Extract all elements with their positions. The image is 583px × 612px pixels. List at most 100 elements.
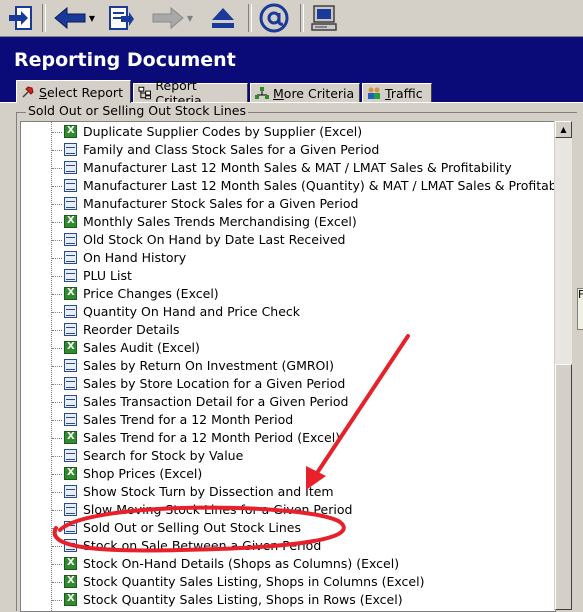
right-pane <box>572 121 583 610</box>
report-icon <box>64 161 77 174</box>
list-item[interactable]: Duplicate Supplier Codes by Supplier (Ex… <box>21 123 555 141</box>
list-item[interactable]: Old Stock On Hand by Date Last Received <box>21 231 555 249</box>
list-item[interactable]: Show Stock Turn by Dissection and Item <box>21 483 555 501</box>
list-item[interactable]: Search for Stock by Value <box>21 447 555 465</box>
list-item-label: Sold Out or Selling Out Stock Lines <box>83 520 301 535</box>
list-item-selected[interactable]: Sold Out or Selling Out Stock Lines <box>21 519 555 537</box>
list-item[interactable]: Stock on Sale Between a Given Period <box>21 537 555 555</box>
tree-branch-line <box>52 222 62 223</box>
list-item[interactable]: Stock Quantity Sales Listing, Shops in R… <box>21 591 555 609</box>
eject-button[interactable] <box>206 3 240 33</box>
report-icon <box>64 503 77 516</box>
report-icon <box>64 377 77 390</box>
list-item[interactable]: Manufacturer Last 12 Month Sales & MAT /… <box>21 159 555 177</box>
chevron-down-icon[interactable]: ▼ <box>187 14 193 23</box>
list-item-label: Manufacturer Last 12 Month Sales (Quanti… <box>83 178 556 193</box>
network-icon <box>255 87 269 99</box>
group-label: Sold Out or Selling Out Stock Lines <box>26 103 248 118</box>
tree-branch-line <box>52 240 62 241</box>
report-tree[interactable]: Duplicate Supplier Codes by Supplier (Ex… <box>20 121 556 612</box>
list-item[interactable]: Sales by Return On Investment (GMROI) <box>21 357 555 375</box>
list-item[interactable]: Shop Prices (Excel) <box>21 465 555 483</box>
computer-icon <box>311 5 337 31</box>
list-item-label: Sales Audit (Excel) <box>83 340 200 355</box>
tree-branch-line <box>52 546 62 547</box>
right-pane-label: F <box>578 288 583 301</box>
list-item[interactable]: Sales Trend for a 12 Month Period <box>21 411 555 429</box>
list-item[interactable]: Sales Transaction Detail for a Given Per… <box>21 393 555 411</box>
toolbar-separator <box>248 4 252 32</box>
report-icon <box>64 179 77 192</box>
report-icon <box>64 251 77 264</box>
report-icon <box>64 485 77 498</box>
eject-icon <box>212 8 234 28</box>
list-item[interactable]: Manufacturer Last 12 Month Sales (Quanti… <box>21 177 555 195</box>
list-item[interactable]: Family and Class Stock Sales for a Given… <box>21 141 555 159</box>
list-item[interactable]: Slow Moving Stock Lines for a Given Peri… <box>21 501 555 519</box>
excel-report-icon <box>64 593 77 606</box>
list-item[interactable]: On Hand History <box>21 249 555 267</box>
tab-strip: Select Report Report Criteria More Crite… <box>0 78 583 108</box>
list-item[interactable]: Sales Audit (Excel) <box>21 339 555 357</box>
tab-traffic[interactable]: Traffic <box>362 83 432 102</box>
chevron-down-icon[interactable]: ▼ <box>89 14 95 23</box>
tree-branch-line <box>52 312 62 313</box>
forward-button[interactable]: ▼ <box>146 3 198 33</box>
tree-branch-line <box>52 168 62 169</box>
scroll-up-button[interactable]: ▲ <box>555 121 572 138</box>
tab-select-report-label: Select Report <box>39 84 123 100</box>
tree-branch-line <box>52 438 62 439</box>
list-item-label: Stock On-Hand Details (Shops as Columns)… <box>83 556 400 571</box>
back-button[interactable]: ▼ <box>48 3 100 33</box>
report-icon <box>64 449 77 462</box>
open-report-button[interactable] <box>104 3 138 33</box>
list-item[interactable]: Stock Quantity Sales Listing, Shops in C… <box>21 573 555 591</box>
report-icon <box>64 359 77 372</box>
tree-structure-icon <box>138 86 151 100</box>
list-item-label: Show Stock Turn by Dissection and Item <box>83 484 334 499</box>
list-item-label: Reorder Details <box>83 322 180 337</box>
list-item[interactable]: PLU List <box>21 267 555 285</box>
tree-branch-line <box>52 132 62 133</box>
excel-report-icon <box>64 431 77 444</box>
tab-select-report[interactable]: Select Report <box>16 80 131 103</box>
list-item-label: Search for Stock by Value <box>83 448 244 463</box>
excel-report-icon <box>64 125 77 138</box>
report-icon <box>64 539 77 552</box>
forward-arrow-icon <box>152 6 184 30</box>
list-item[interactable]: Quantity On Hand and Price Check <box>21 303 555 321</box>
exit-button[interactable] <box>4 3 38 33</box>
list-item-label: Price Changes (Excel) <box>83 286 219 301</box>
list-item-label: Stock on Sale Between a Given Period <box>83 538 322 553</box>
email-button[interactable] <box>254 3 294 33</box>
tab-report-criteria[interactable]: Report Criteria <box>133 78 248 108</box>
tree-branch-line <box>52 384 62 385</box>
list-item[interactable]: Reorder Details <box>21 321 555 339</box>
list-item[interactable]: Stock On-Hand Details (Shops as Columns)… <box>21 555 555 573</box>
vertical-scrollbar[interactable]: ▲ <box>554 121 572 610</box>
excel-report-icon <box>64 467 77 480</box>
list-item[interactable]: Sales by Store Location for a Given Peri… <box>21 375 555 393</box>
tree-branch-line <box>52 330 62 331</box>
list-item[interactable]: Price Changes (Excel) <box>21 285 555 303</box>
excel-report-icon <box>64 575 77 588</box>
list-item[interactable]: Sales Trend for a 12 Month Period (Excel… <box>21 429 555 447</box>
report-icon <box>64 323 77 336</box>
toolbar-separator <box>300 4 304 32</box>
scroll-thumb[interactable] <box>555 364 572 610</box>
excel-report-icon <box>64 341 77 354</box>
list-item-label: Sales Transaction Detail for a Given Per… <box>83 394 349 409</box>
list-item-label: Shop Prices (Excel) <box>83 466 203 481</box>
tab-traffic-label: Traffic <box>385 85 423 101</box>
list-item-label: Sales Trend for a 12 Month Period <box>83 412 294 427</box>
computer-button[interactable] <box>306 3 342 33</box>
toolbar: ▼ ▼ <box>0 0 583 37</box>
report-icon <box>64 233 77 246</box>
list-item[interactable]: Monthly Sales Trends Merchandising (Exce… <box>21 213 555 231</box>
people-icon <box>368 87 380 99</box>
tab-more-criteria[interactable]: More Criteria <box>250 83 360 102</box>
excel-report-icon <box>64 557 77 570</box>
report-icon <box>64 413 77 426</box>
list-item[interactable]: Manufacturer Stock Sales for a Given Per… <box>21 195 555 213</box>
list-item-label: Stock Quantity Sales Listing, Shops in C… <box>83 574 425 589</box>
